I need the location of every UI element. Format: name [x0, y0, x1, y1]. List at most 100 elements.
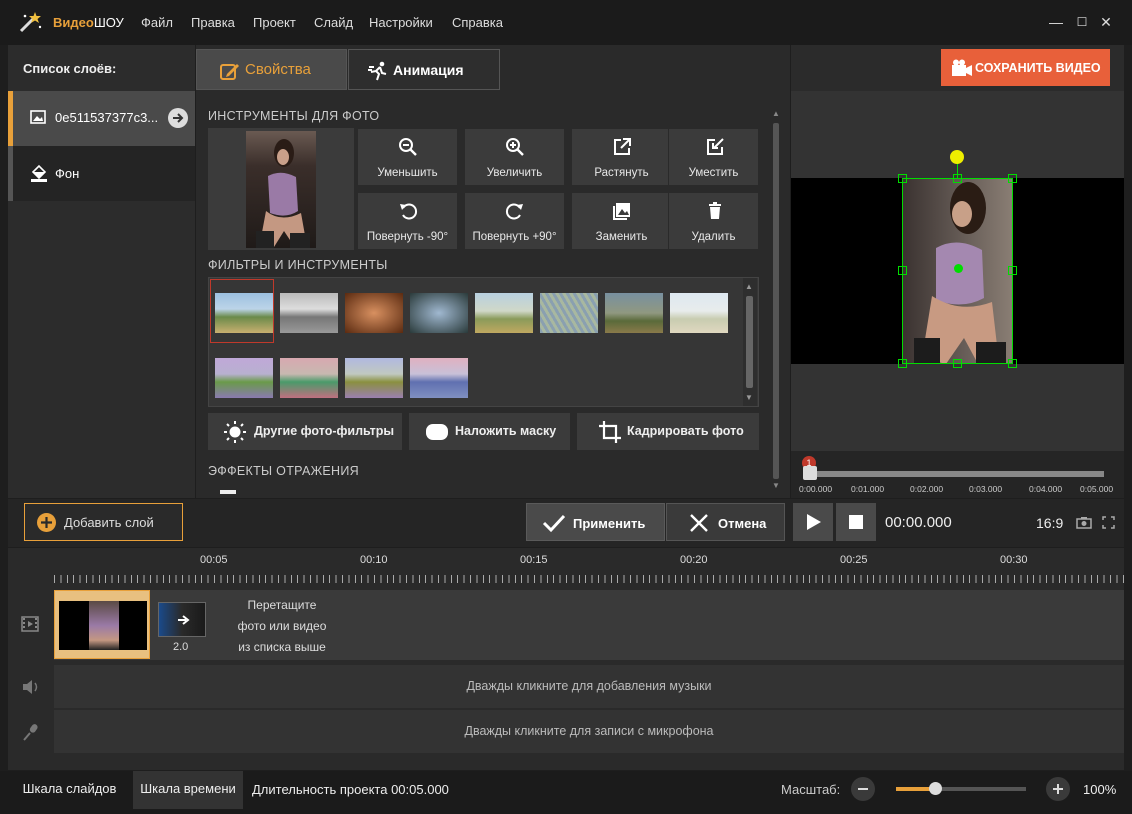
aspect-ratio[interactable]: 16:9 [1036, 515, 1063, 531]
panel-scrollbar[interactable]: ▲ ▼ [769, 109, 783, 491]
ruler-label: 00:10 [360, 554, 388, 566]
scrub-handle[interactable] [803, 466, 817, 480]
filter-pattern[interactable] [540, 293, 598, 333]
zoom-out-button[interactable] [851, 777, 875, 801]
resize-handle[interactable] [1008, 359, 1017, 368]
zoom-slider[interactable] [896, 782, 1026, 795]
tab-time-scale[interactable]: Шкала времени [133, 771, 243, 809]
transition-thumbnail[interactable] [158, 602, 206, 637]
crop-photo-button[interactable]: Кадрировать фото [577, 413, 759, 450]
menu-file[interactable]: Файл [141, 15, 173, 30]
ruler-label: 00:05 [200, 554, 228, 566]
zoom-out-button[interactable]: Уменьшить [357, 128, 458, 186]
stretch-button[interactable]: Растянуть [571, 128, 672, 186]
filter-faded[interactable] [670, 293, 728, 333]
apply-mask-button[interactable]: Наложить маску [409, 413, 570, 450]
resize-handle[interactable] [898, 359, 907, 368]
menu-project[interactable]: Проект [253, 15, 296, 30]
music-track[interactable]: Дважды кликните для добавления музыки [54, 665, 1124, 708]
scrollbar-thumb[interactable] [746, 296, 753, 388]
reflection-toggle[interactable] [220, 490, 236, 494]
tab-slide-scale[interactable]: Шкала слайдов [8, 771, 131, 809]
filter-cool[interactable] [410, 358, 468, 398]
menu-edit[interactable]: Правка [191, 15, 235, 30]
filter-warm[interactable] [475, 293, 533, 333]
resize-handle[interactable] [1008, 266, 1017, 275]
resize-handle[interactable] [953, 174, 962, 183]
delete-button[interactable]: Удалить [668, 192, 759, 250]
rotation-handle[interactable] [950, 150, 964, 164]
minimize-button[interactable]: — [1046, 12, 1066, 32]
checkmark-icon [542, 513, 566, 533]
button-label: Повернуть +90° [472, 231, 557, 243]
woman-photo-image [246, 131, 316, 248]
scroll-up-icon[interactable]: ▲ [745, 282, 753, 291]
tick-label: 0:02.000 [910, 484, 944, 494]
preview-panel: СОХРАНИТЬ ВИДЕО 1 0:00.000 0:01.000 0:02… [791, 45, 1124, 498]
tab-properties[interactable]: Свойства [196, 49, 347, 90]
filter-muted[interactable] [605, 293, 663, 333]
fullscreen-icon[interactable] [1102, 516, 1115, 529]
save-video-button[interactable]: СОХРАНИТЬ ВИДЕО [941, 49, 1110, 86]
play-button[interactable] [793, 503, 833, 541]
filter-dark-vignette[interactable] [410, 293, 468, 333]
resize-handle[interactable] [898, 174, 907, 183]
filter-original[interactable] [215, 293, 273, 333]
button-label: Растянуть [594, 167, 649, 179]
resize-handle[interactable] [1008, 174, 1017, 183]
cancel-button[interactable]: Отмена [666, 503, 785, 541]
scroll-up-icon[interactable]: ▲ [772, 109, 780, 118]
replace-button[interactable]: Заменить [571, 192, 672, 250]
zoom-slider-knob[interactable] [929, 782, 942, 795]
zoom-in-button[interactable]: Увеличить [464, 128, 565, 186]
cross-icon [689, 513, 709, 533]
close-button[interactable]: ✕ [1096, 12, 1116, 32]
scrub-track[interactable] [803, 471, 1104, 477]
filter-pink[interactable] [280, 358, 338, 398]
filter-lavender[interactable] [345, 358, 403, 398]
menu-slide[interactable]: Слайд [314, 15, 353, 30]
menu-help[interactable]: Справка [452, 15, 503, 30]
anchor-point[interactable] [954, 264, 963, 273]
ruler-label: 00:25 [840, 554, 868, 566]
more-filters-button[interactable]: Другие фото-фильтры [208, 413, 402, 450]
video-track[interactable]: 2.0 Перетащите фото или видео из списка … [54, 590, 1124, 660]
slide-clip[interactable] [54, 590, 150, 659]
filter-grayscale[interactable] [280, 293, 338, 333]
resize-handle[interactable] [898, 266, 907, 275]
filter-violet[interactable] [215, 358, 273, 398]
stop-button[interactable] [836, 503, 876, 541]
timeline-panel: 00:05 00:10 00:15 00:20 00:25 00:30 2.0 … [8, 548, 1124, 770]
timeline-ruler[interactable]: 00:05 00:10 00:15 00:20 00:25 00:30 [54, 548, 1124, 588]
microphone-track[interactable]: Дважды кликните для записи с микрофона [54, 710, 1124, 753]
speaker-icon [22, 679, 40, 695]
layer-item-photo[interactable]: 0e511537377c3... [8, 91, 195, 146]
add-layer-button[interactable]: Добавить слой [24, 503, 183, 541]
sun-icon [224, 421, 246, 443]
plus-circle-icon [37, 513, 56, 532]
rotate-left-button[interactable]: Повернуть -90° [357, 192, 458, 250]
scroll-down-icon[interactable]: ▼ [772, 481, 780, 490]
stop-icon [849, 515, 863, 529]
layer-item-background[interactable]: Фон [8, 146, 195, 201]
photo-thumbnail[interactable] [208, 128, 354, 250]
arrow-right-icon[interactable] [168, 108, 188, 128]
arrow-forward-icon [177, 614, 191, 626]
maximize-button[interactable]: ☐ [1072, 12, 1092, 32]
zoom-in-button[interactable] [1046, 777, 1070, 801]
filter-scrollbar[interactable]: ▲ ▼ [743, 278, 757, 406]
scroll-down-icon[interactable]: ▼ [745, 393, 753, 402]
resize-handle[interactable] [953, 359, 962, 368]
button-label: Другие фото-фильтры [254, 424, 395, 438]
rotate-right-button[interactable]: Повернуть +90° [464, 192, 565, 250]
minus-icon [858, 788, 868, 790]
menu-settings[interactable]: Настройки [369, 15, 433, 30]
snapshot-camera-icon[interactable] [1076, 516, 1092, 529]
tab-animation[interactable]: Анимация [348, 49, 500, 90]
filter-sepia-vignette[interactable] [345, 293, 403, 333]
filter-gallery: ▲ ▼ [208, 277, 759, 407]
fit-button[interactable]: Уместить [668, 128, 759, 186]
scrollbar-thumb[interactable] [773, 123, 779, 479]
preview-timeline: 1 0:00.000 0:01.000 0:02.000 0:03.000 0:… [791, 451, 1124, 498]
apply-button[interactable]: Применить [526, 503, 665, 541]
